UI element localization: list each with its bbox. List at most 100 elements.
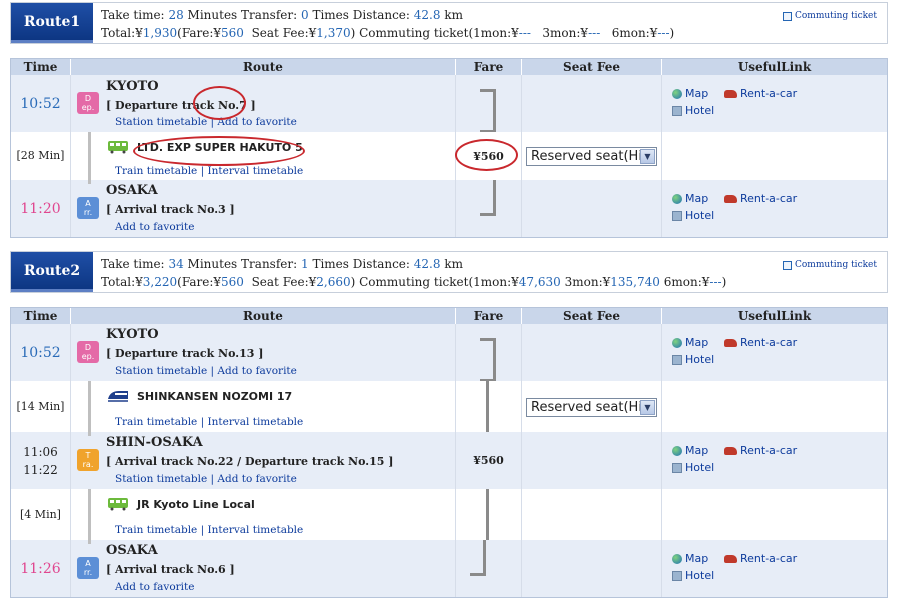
total-value: 1,930 (142, 26, 178, 40)
station-links[interactable]: Add to favorite (115, 581, 194, 593)
hotel-link[interactable]: Hotel (672, 104, 714, 117)
transfer-value: 0 (300, 8, 309, 22)
useful-link-cell (662, 381, 887, 432)
route2-table: Time Route Fare Seat Fee UsefulLink 10:5… (10, 307, 888, 598)
map-link[interactable]: Map (672, 192, 708, 205)
hotel-icon (672, 462, 682, 473)
hotel-link[interactable]: Hotel (672, 569, 714, 582)
seat-cell (522, 180, 662, 237)
table-row: [28 Min] LTD. EXP SUPER HAKUTO 5 Train t… (11, 132, 887, 180)
tra-time-depart: 11:22 (23, 462, 58, 477)
track-info: [ Arrival track No.22 / Departure track … (106, 455, 394, 468)
fare-bracket-top (480, 338, 496, 382)
dep-time: 10:52 (20, 344, 61, 361)
minutes-label: Minutes (187, 257, 238, 271)
badge-suffix: rr. (83, 208, 93, 217)
route2-summary-line1: Take time: 34 Minutes Transfer: 1 Times … (101, 255, 879, 273)
train-name[interactable]: LTD. EXP SUPER HAKUTO 5 (137, 141, 303, 154)
station-links[interactable]: Station timetable | Add to favorite (115, 365, 297, 377)
rent-label: Rent-a-car (740, 192, 798, 205)
hotel-link[interactable]: Hotel (672, 461, 714, 474)
car-icon (724, 446, 737, 455)
dep-station-cell: Dep. KYOTO [ Departure track No.7 ] Stat… (71, 75, 456, 132)
globe-icon (672, 337, 682, 348)
map-link[interactable]: Map (672, 336, 708, 349)
tra-times: 11:06 11:22 (23, 443, 58, 479)
transfer-badge-icon: Tra. (77, 449, 99, 471)
mon3-value: --- (588, 26, 601, 40)
badge-letter: A (85, 199, 91, 208)
arr-station-cell: Arr. OSAKA [ Arrival track No.3 ] Add to… (71, 180, 456, 237)
rent-a-car-link[interactable]: Rent-a-car (724, 552, 797, 565)
train-name[interactable]: SHINKANSEN NOZOMI 17 (137, 390, 292, 403)
map-label: Map (685, 444, 709, 457)
chevron-down-icon[interactable]: ▼ (640, 400, 655, 415)
tra-station-cell: Tra. SHIN-OSAKA [ Arrival track No.22 / … (71, 432, 456, 489)
station-name[interactable]: OSAKA (106, 543, 158, 558)
table-row: 11:26 Arr. OSAKA [ Arrival track No.6 ] … (11, 540, 887, 597)
km-label: km (444, 8, 463, 22)
rent-a-car-link[interactable]: Rent-a-car (724, 444, 797, 457)
seat-cell: Reserved seat(Hi ▼ (522, 132, 662, 180)
train-links[interactable]: Train timetable | Interval timetable (115, 416, 303, 428)
seat-cell (522, 432, 662, 489)
hotel-label: Hotel (685, 353, 715, 366)
route-line (88, 132, 91, 180)
hotel-icon (672, 354, 682, 365)
times-label: Times (312, 8, 349, 22)
route1-tab[interactable]: Route1 (11, 3, 93, 43)
map-label: Map (685, 336, 709, 349)
rent-a-car-link[interactable]: Rent-a-car (724, 87, 797, 100)
station-links[interactable]: Station timetable | Add to favorite (115, 116, 297, 128)
hotel-link[interactable]: Hotel (672, 353, 714, 366)
hotel-icon (672, 570, 682, 581)
map-link[interactable]: Map (672, 87, 708, 100)
hotel-label: Hotel (685, 569, 715, 582)
rent-a-car-link[interactable]: Rent-a-car (724, 336, 797, 349)
seat-select[interactable]: Reserved seat(Hi ▼ (526, 146, 657, 166)
station-name[interactable]: KYOTO (106, 327, 159, 342)
route-line (88, 180, 91, 184)
car-icon (724, 89, 737, 98)
arrival-badge-icon: Arr. (77, 197, 99, 219)
checkbox-icon (782, 260, 792, 270)
seat-cell (522, 540, 662, 597)
station-name[interactable]: OSAKA (106, 183, 158, 198)
commuting-ticket-label: Commuting ticket (794, 260, 877, 270)
arr-time: 11:20 (20, 200, 61, 217)
route1-summary-line2: Total:¥1,930(Fare:¥560 Seat Fee:¥1,370) … (101, 24, 879, 42)
train-links[interactable]: Train timetable | Interval timetable (115, 165, 303, 177)
commuting-ticket-link[interactable]: Commuting ticket (782, 7, 877, 25)
hotel-link[interactable]: Hotel (672, 209, 714, 222)
commuting-ticket-link[interactable]: Commuting ticket (782, 256, 877, 274)
train-cell: JR Kyoto Line Local Train timetable | In… (71, 489, 456, 540)
train-name[interactable]: JR Kyoto Line Local (137, 498, 255, 511)
table-row: 11:06 11:22 Tra. SHIN-OSAKA [ Arrival tra… (11, 432, 887, 489)
station-links[interactable]: Add to favorite (115, 221, 194, 233)
rent-label: Rent-a-car (740, 87, 798, 100)
station-links[interactable]: Station timetable | Add to favorite (115, 473, 297, 485)
mon6-value: --- (657, 26, 670, 40)
fare-bracket-top (480, 89, 496, 133)
col-time: Time (11, 308, 71, 324)
table-header: Time Route Fare Seat Fee UsefulLink (11, 307, 887, 324)
fare-amount: ¥560 (473, 149, 504, 163)
route-line (88, 381, 91, 432)
take-time-value: 34 (168, 257, 184, 271)
seat-fee-value: 2,660 (316, 275, 351, 289)
fare-bracket-bottom (480, 180, 496, 216)
rent-label: Rent-a-car (740, 552, 798, 565)
station-name[interactable]: KYOTO (106, 79, 159, 94)
route2-tab[interactable]: Route2 (11, 252, 93, 292)
track-info: [ Departure track No.13 ] (106, 347, 264, 360)
map-link[interactable]: Map (672, 552, 708, 565)
rent-a-car-link[interactable]: Rent-a-car (724, 192, 797, 205)
arr-station-cell: Arr. OSAKA [ Arrival track No.6 ] Add to… (71, 540, 456, 597)
chevron-down-icon[interactable]: ▼ (640, 148, 655, 164)
route-line (88, 540, 91, 544)
train-links[interactable]: Train timetable | Interval timetable (115, 524, 303, 536)
km-label: km (444, 257, 463, 271)
map-link[interactable]: Map (672, 444, 708, 457)
station-name[interactable]: SHIN-OSAKA (106, 435, 203, 450)
seat-select[interactable]: Reserved seat(Hi ▼ (526, 398, 657, 417)
